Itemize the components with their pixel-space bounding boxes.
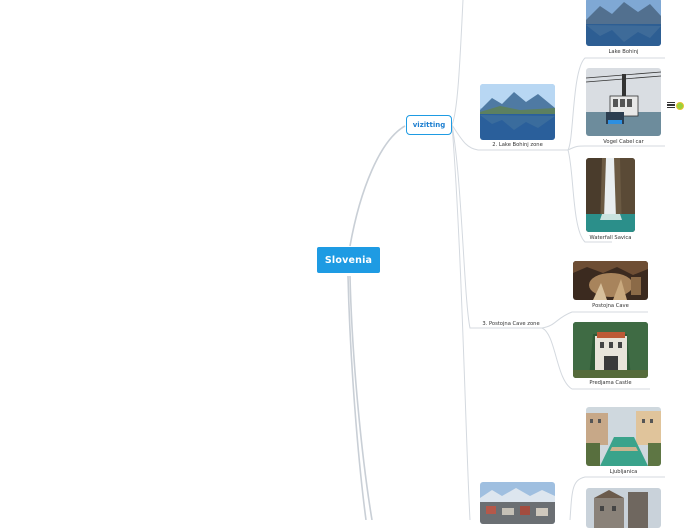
menu-icon[interactable]	[667, 102, 675, 109]
image-postojna-cave[interactable]	[573, 261, 648, 300]
image-ljubljanica[interactable]	[586, 407, 661, 466]
sticker-icon	[676, 102, 684, 110]
image-castle-partial[interactable]	[586, 488, 661, 528]
subtopic-postojna-zone[interactable]: 3. Postojna Cave zone	[478, 321, 544, 327]
image-lake-bohinj[interactable]	[586, 0, 661, 46]
label-lake-bohinj[interactable]: Lake Bohinj	[586, 49, 661, 55]
root-topic-slovenia[interactable]: Slovenia	[317, 247, 380, 273]
topic-vizitting[interactable]: vizitting	[406, 115, 452, 135]
image-predjama-castle[interactable]	[573, 322, 648, 378]
image-city-partial[interactable]	[480, 482, 555, 524]
label-vogel-cable-car[interactable]: Vogel Cabel car	[586, 139, 661, 145]
label-waterfall-savica[interactable]: Waterfall Savica	[586, 235, 635, 241]
label-postojna-cave[interactable]: Postojna Cave	[573, 303, 648, 309]
label-ljubljanica[interactable]: Ljubljanica	[586, 469, 661, 475]
subtopic-bohinj-zone[interactable]: 2. Lake Bohinj zone	[480, 142, 555, 148]
image-waterfall-savica[interactable]	[586, 158, 635, 232]
image-bohinj-zone[interactable]	[480, 84, 555, 140]
image-vogel-cable-car[interactable]	[586, 68, 661, 136]
label-predjama-castle[interactable]: Predjama Castle	[573, 380, 648, 386]
